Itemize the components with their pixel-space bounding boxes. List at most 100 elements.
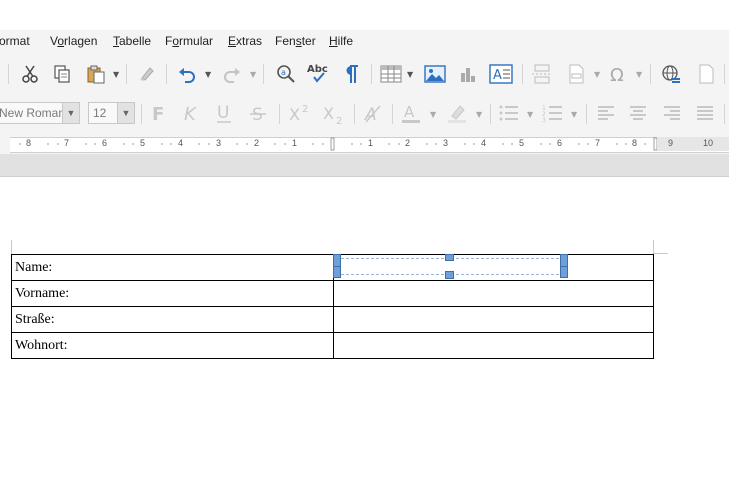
undo-dropdown-icon[interactable]: ▼ (205, 70, 211, 79)
cut-icon[interactable] (18, 62, 42, 86)
insert-textbox-icon[interactable]: A (488, 62, 514, 86)
superscript-icon[interactable]: X2 (286, 101, 314, 125)
toolbar-separator (586, 104, 587, 124)
margin-guide (11, 240, 12, 254)
toolbar-separator (166, 64, 167, 84)
formatting-marks-icon[interactable] (339, 61, 363, 87)
svg-text:A: A (493, 68, 502, 83)
menu-extras[interactable]: Extras (228, 34, 262, 48)
align-center-icon[interactable] (626, 101, 650, 125)
undo-icon[interactable] (175, 62, 199, 86)
font-size-combobox[interactable]: 12 ▼ (88, 102, 135, 124)
justify-icon[interactable] (693, 101, 717, 125)
svg-text:Ω: Ω (610, 65, 624, 84)
menu-tabelle[interactable]: Tabelle (113, 34, 151, 48)
underline-icon[interactable]: U (212, 101, 236, 125)
italic-icon[interactable]: K (178, 101, 202, 125)
special-character-dropdown-icon[interactable]: ▼ (636, 70, 642, 79)
toolbar-separator (371, 64, 372, 84)
bold-icon[interactable]: F (146, 101, 170, 125)
table-cell-value[interactable] (333, 332, 654, 359)
insert-field-dropdown-icon[interactable]: ▼ (594, 70, 600, 79)
ruler-label: 5 (140, 138, 146, 148)
toolbar-separator (126, 64, 127, 84)
ruler-label: 8 (26, 138, 32, 148)
table-cell-value[interactable] (333, 306, 654, 333)
table-cell-label[interactable]: Name: (11, 254, 334, 281)
toolbar-separator (141, 104, 142, 124)
clear-formatting-icon[interactable]: A (360, 101, 386, 125)
font-size-dropdown-icon[interactable]: ▼ (117, 103, 134, 123)
numbered-list-dropdown-icon[interactable]: ▼ (571, 110, 577, 119)
font-size-value: 12 (93, 106, 107, 120)
ruler-label: 3 (443, 138, 449, 148)
horizontal-ruler[interactable] (0, 134, 729, 154)
strikethrough-icon[interactable]: S (246, 101, 270, 125)
menu-hilfe[interactable]: Hilfe (329, 34, 353, 48)
paste-dropdown-icon[interactable]: ▼ (113, 70, 119, 79)
ruler-label: 1 (368, 138, 374, 148)
special-character-icon[interactable]: Ω (606, 62, 630, 86)
table-row: Vorname: (11, 280, 654, 307)
table-cell-label[interactable]: Vorname: (11, 280, 334, 307)
numbered-list-icon[interactable]: 123 (540, 101, 566, 125)
align-right-icon[interactable] (660, 101, 684, 125)
font-name-dropdown-icon[interactable]: ▼ (62, 103, 79, 123)
menu-format[interactable]: ormat (0, 34, 30, 48)
page-break-icon[interactable] (530, 62, 554, 86)
toolbar-separator (724, 104, 725, 124)
bullet-list-dropdown-icon[interactable]: ▼ (527, 110, 533, 119)
svg-text:A: A (404, 103, 415, 121)
ruler-label: 1 (292, 138, 298, 148)
font-name-combobox[interactable]: New Roman ▼ (0, 102, 80, 124)
resize-handle-bottom[interactable] (445, 271, 454, 279)
insert-table-icon[interactable] (379, 62, 403, 86)
toolbar-separator (724, 64, 725, 84)
clone-formatting-icon[interactable] (134, 62, 158, 86)
ruler-label: 7 (595, 138, 601, 148)
subscript-icon[interactable]: X2 (320, 102, 348, 126)
menu-fenster[interactable]: Fenster (275, 34, 316, 48)
insert-hyperlink-icon[interactable] (658, 62, 684, 86)
ruler-label: 6 (102, 138, 108, 148)
align-left-icon[interactable] (594, 101, 618, 125)
insert-field-icon[interactable] (564, 62, 588, 86)
toolbar-separator (263, 64, 264, 84)
toolbar-separator (279, 104, 280, 124)
standard-toolbar: ▼ ▼ ▼ a Abc ▼ A ▼ Ω ▼ (0, 54, 729, 94)
ruler-label: 2 (405, 138, 411, 148)
svg-text:2: 2 (302, 104, 308, 115)
margin-guide (654, 253, 668, 254)
insert-footnote-icon[interactable] (694, 62, 718, 86)
table-cell-label[interactable]: Wohnort: (11, 332, 334, 359)
highlight-color-icon[interactable] (444, 101, 470, 125)
ruler-label: 10 (703, 138, 714, 148)
toolbar-separator (8, 64, 9, 84)
ruler-label: 8 (632, 138, 638, 148)
find-replace-icon[interactable]: a (273, 62, 299, 86)
spellcheck-icon[interactable]: Abc (305, 60, 331, 86)
redo-icon[interactable] (220, 62, 244, 86)
menu-formular[interactable]: Formular (165, 34, 213, 48)
redo-dropdown-icon[interactable]: ▼ (250, 70, 256, 79)
font-color-icon[interactable]: A (398, 101, 424, 125)
insert-chart-icon[interactable] (456, 62, 480, 86)
insert-table-dropdown-icon[interactable]: ▼ (407, 70, 413, 79)
menu-vorlagen[interactable]: Vorlagen (50, 34, 97, 48)
bullet-list-icon[interactable] (496, 101, 522, 125)
svg-text:a: a (281, 68, 286, 77)
table-cell-label[interactable]: Straße: (11, 306, 334, 333)
ruler-label: 2 (254, 138, 260, 148)
toolbar-separator (650, 64, 651, 84)
table-cell-value[interactable] (333, 280, 654, 307)
ruler-label: 3 (216, 138, 222, 148)
svg-text:U: U (217, 103, 229, 123)
paste-icon[interactable] (84, 62, 108, 86)
font-color-dropdown-icon[interactable]: ▼ (430, 110, 436, 119)
resize-handle-top[interactable] (445, 254, 454, 261)
highlight-color-dropdown-icon[interactable]: ▼ (476, 110, 482, 119)
copy-icon[interactable] (50, 62, 74, 86)
toolbar-separator (522, 64, 523, 84)
svg-text:2: 2 (336, 116, 342, 125)
insert-image-icon[interactable] (423, 62, 447, 86)
